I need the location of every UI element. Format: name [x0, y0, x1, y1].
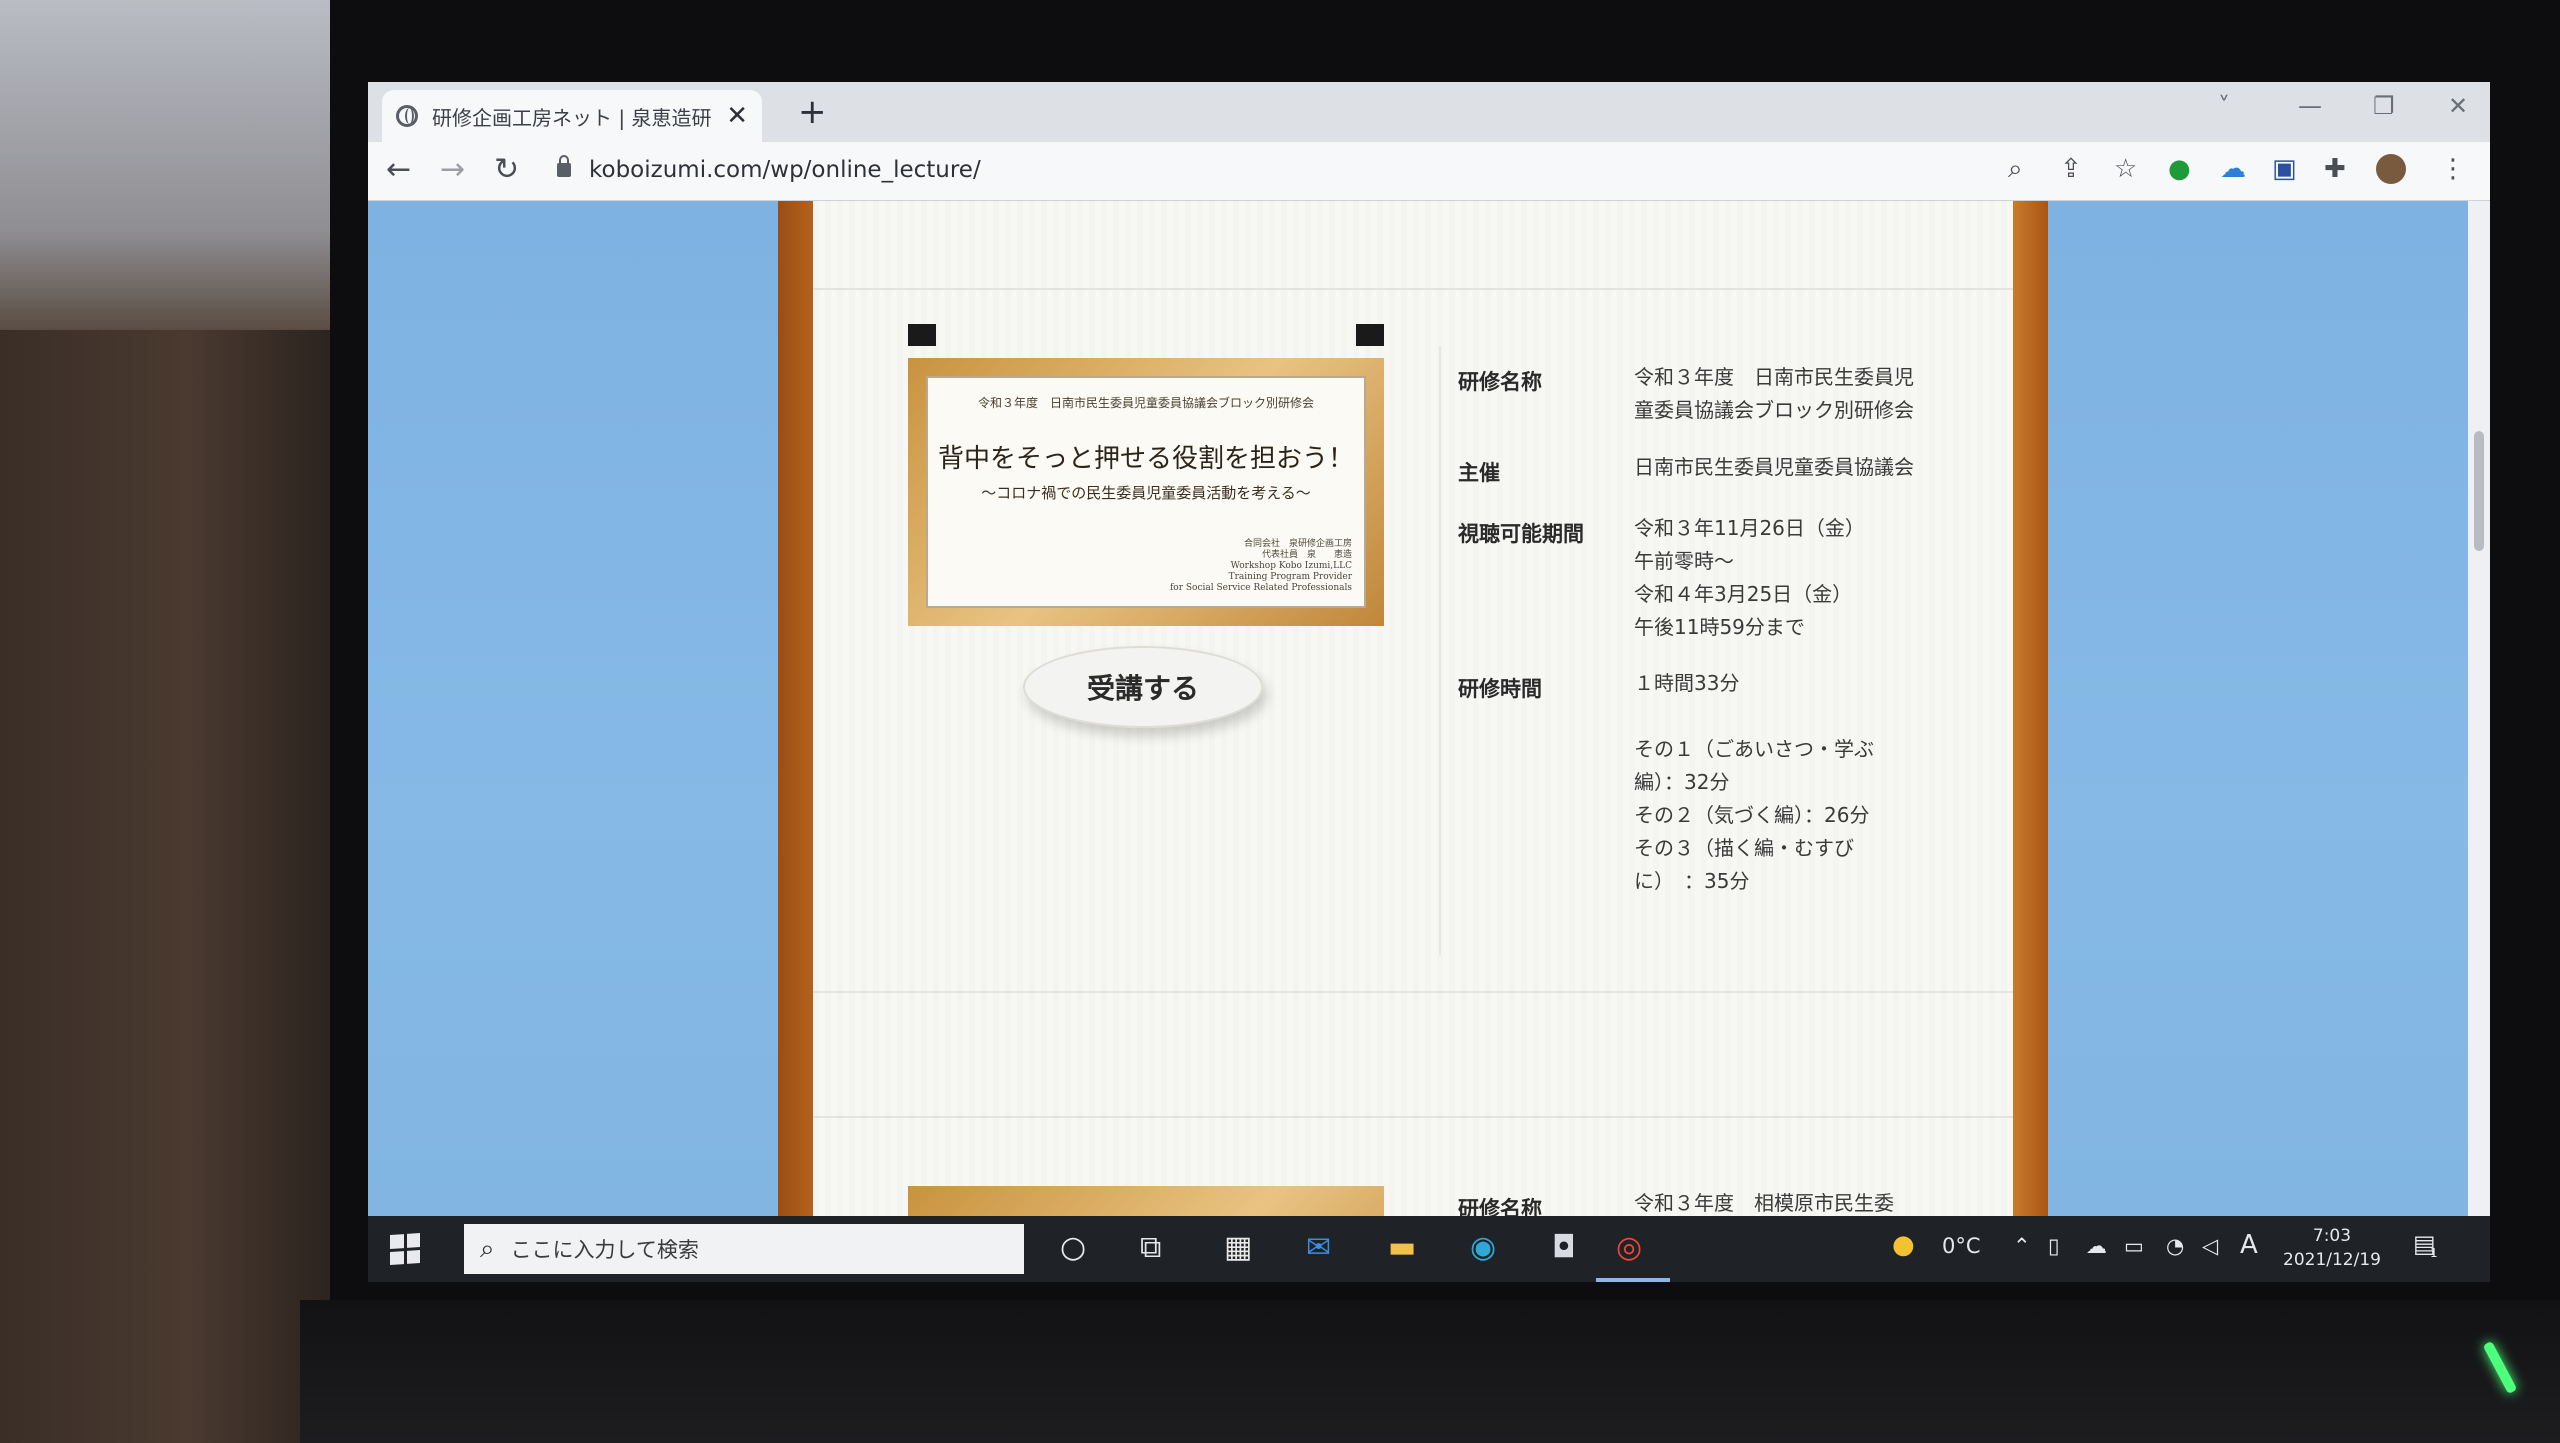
field-value-duration: １時間33分 [1634, 671, 1740, 695]
page-scrollbar[interactable] [2468, 201, 2490, 1216]
profile-avatar[interactable] [2376, 154, 2406, 184]
section-divider [813, 288, 2013, 290]
next-lecture-thumbnail[interactable] [908, 1186, 1384, 1216]
tab-bar: 研修企画工房ネット | 泉恵造研修 ✕ + ˅ — ❐ ✕ [368, 82, 2490, 142]
page-viewport: 令和３年度 日南市民生委員児童委員協議会ブロック別研修会 背中をそっと押せる役割… [368, 201, 2468, 1216]
minimize-icon[interactable]: — [2298, 92, 2322, 120]
search-icon: ⌕ [480, 1233, 495, 1264]
onedrive-icon[interactable]: ☁ [2086, 1234, 2107, 1258]
section-divider [813, 991, 2013, 993]
mail-icon[interactable]: ✉ [1306, 1230, 1331, 1265]
field-label-duration: 研修時間 [1458, 677, 1542, 701]
enroll-button[interactable]: 受講する [1023, 646, 1263, 728]
field-label-viewing-period: 視聴可能期間 [1458, 522, 1584, 546]
restore-icon[interactable]: ❐ [2373, 92, 2395, 120]
lecture-thumbnail[interactable]: 令和３年度 日南市民生委員児童委員協議会ブロック別研修会 背中をそっと押せる役割… [908, 358, 1384, 626]
share-icon[interactable]: ⇪ [2060, 154, 2082, 184]
screen: 研修企画工房ネット | 泉恵造研修 ✕ + ˅ — ❐ ✕ ← → ↻ kobo… [368, 82, 2490, 1282]
clock-time: 7:03 [2312, 1226, 2352, 1246]
tab-search-icon[interactable]: ˅ [2218, 92, 2230, 120]
close-window-icon[interactable]: ✕ [2448, 92, 2468, 120]
zoom-icon[interactable]: ⌕ [2008, 154, 2023, 185]
weather-temp[interactable]: 0°C [1942, 1234, 1981, 1258]
paper-panel [813, 201, 2013, 1216]
frame-clip-right [1356, 324, 1384, 346]
search-placeholder: ここに入力して検索 [510, 1238, 699, 1262]
extension-badge-icon[interactable]: ▣ [2272, 154, 2297, 184]
notification-count: 1 [2430, 1246, 2438, 1260]
field-value-viewing-period: 令和３年11月26日（金） 午前零時～ 令和４年3月25日（金） 午後11時59… [1634, 516, 1865, 639]
weather-icon[interactable]: ● [1892, 1230, 1915, 1260]
taskbar-search[interactable]: ⌕ ここに入力して検索 [464, 1224, 1024, 1274]
clock[interactable]: 7:03 2021/12/19 [2283, 1224, 2381, 1272]
url-text[interactable]: koboizumi.com/wp/online_lecture/ [589, 157, 981, 183]
task-view-icon[interactable]: ⧉ [1140, 1230, 1161, 1265]
camera-icon[interactable]: ◘ [1552, 1230, 1576, 1265]
star-icon[interactable]: ☆ [2114, 154, 2137, 184]
close-tab-icon[interactable]: ✕ [726, 101, 748, 131]
field-label-course-name: 研修名称 [1458, 370, 1542, 394]
lock-icon[interactable] [557, 155, 571, 177]
scroll-thumb[interactable] [2474, 431, 2484, 551]
wifi-icon[interactable]: ◔ [2166, 1234, 2184, 1258]
extension-puzzle-icon[interactable]: ✚ [2324, 154, 2346, 184]
tab-title: 研修企画工房ネット | 泉恵造研修 [432, 105, 713, 130]
menu-icon[interactable]: ⋮ [2440, 154, 2466, 184]
thumbnail-footer: 合同会社 泉研修企画工房 代表社員 泉 恵造 Workshop Kobo Izu… [1169, 539, 1352, 593]
clock-date: 2021/12/19 [2283, 1250, 2381, 1270]
column-divider [1439, 346, 1441, 956]
frame-clip-left [908, 324, 936, 346]
tray-device-icon[interactable]: ▯ [2048, 1234, 2060, 1258]
cortana-icon[interactable]: ○ [1060, 1230, 1086, 1265]
tray-chevron-icon[interactable]: ⌃ [2013, 1234, 2031, 1258]
field-value-parts: その１（ごあいさつ・学ぶ 編）：32分 その２（気づく編）：26分 その３（描く… [1634, 737, 1874, 893]
thumbnail-card: 令和３年度 日南市民生委員児童委員協議会ブロック別研修会 背中をそっと押せる役割… [926, 376, 1366, 608]
store-icon[interactable]: ▦ [1224, 1230, 1252, 1265]
volume-icon[interactable]: ◁ [2202, 1234, 2218, 1258]
cloud-extension-icon[interactable]: ☁ [2220, 154, 2246, 184]
reload-icon[interactable]: ↻ [494, 152, 519, 187]
thumbnail-top-line: 令和３年度 日南市民生委員児童委員協議会ブロック別研修会 [977, 396, 1314, 410]
field-value-organizer: 日南市民生委員児童委員協議会 [1634, 455, 1914, 479]
windows-start-icon[interactable] [390, 1232, 420, 1266]
field-value-course-name: 令和３年度 日南市民生委員児 童委員協議会ブロック別研修会 [1634, 365, 1914, 422]
new-tab-button[interactable]: + [798, 92, 827, 132]
address-toolbar: ← → ↻ koboizumi.com/wp/online_lecture/ ⌕… [368, 142, 2490, 201]
field-label-organizer: 主催 [1458, 461, 1500, 485]
file-explorer-icon[interactable]: ▬ [1388, 1230, 1416, 1265]
active-app-indicator [1596, 1278, 1670, 1282]
globe-icon [396, 105, 418, 127]
ime-indicator[interactable]: A [2240, 1230, 2258, 1260]
thumbnail-title: 背中をそっと押せる役割を担おう！ [937, 444, 1354, 474]
monitor-bottom [300, 1300, 2560, 1443]
browser-tab[interactable]: 研修企画工房ネット | 泉恵造研修 ✕ [382, 90, 762, 142]
taskbar: ⌕ ここに入力して検索 ○ ⧉ ▦ ✉ ▬ ◉ ◘ ◎ ● 0°C ⌃ ▯ ☁ … [368, 1216, 2490, 1282]
battery-icon[interactable]: ▭ [2124, 1234, 2144, 1258]
forward-icon[interactable]: → [440, 152, 465, 187]
extension-green-icon[interactable]: ● [2168, 154, 2191, 184]
thumbnail-subtitle: ～コロナ禍での民生委員児童委員活動を考える～ [981, 484, 1311, 502]
section-divider [813, 1116, 2013, 1118]
next-field-label: 研修名称 [1458, 1197, 1542, 1216]
back-icon[interactable]: ← [386, 152, 411, 187]
chrome-icon[interactable]: ◎ [1616, 1230, 1642, 1265]
room-wall [0, 0, 340, 330]
address-bar[interactable]: koboizumi.com/wp/online_lecture/ [553, 150, 2293, 190]
next-field-value: 令和３年度 相模原市民生委 [1634, 1191, 1894, 1215]
edge-icon[interactable]: ◉ [1470, 1230, 1496, 1265]
